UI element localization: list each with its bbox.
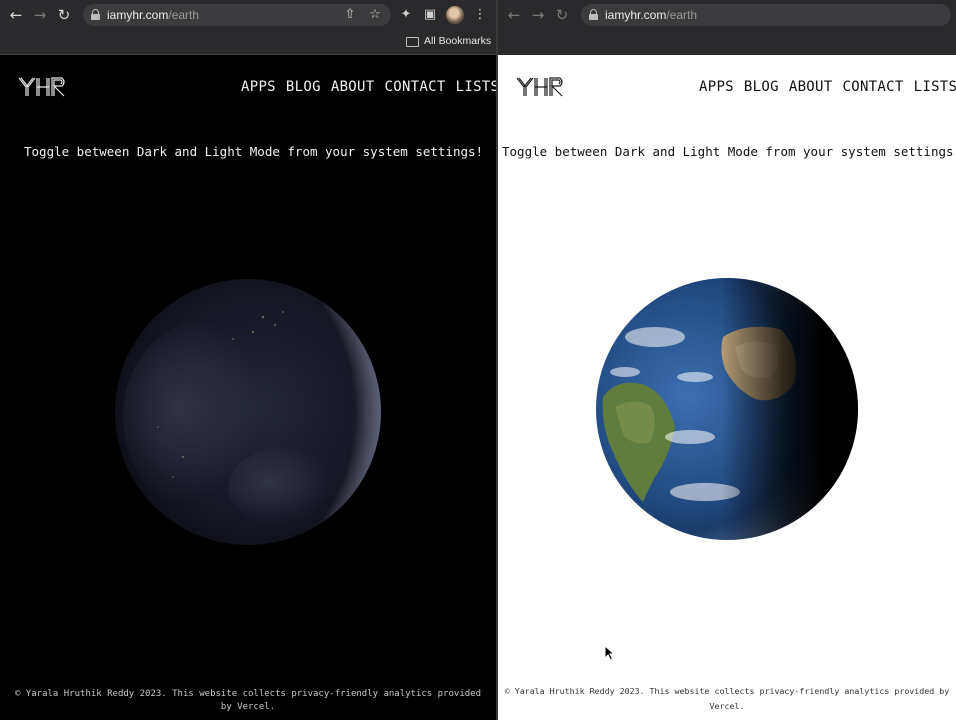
- puzzle-icon[interactable]: ✦: [397, 6, 415, 24]
- browser-window-light: ← → ↻ iamyhr.com/earth APPS BLOG ABOUT C…: [498, 0, 956, 720]
- site-nav: APPS BLOG ABOUT CONTACT LISTS: [241, 79, 496, 95]
- bookmarks-bar: All Bookmarks: [0, 30, 496, 55]
- yhr-logo[interactable]: [18, 76, 68, 98]
- nav-lists[interactable]: LISTS: [914, 79, 956, 95]
- lock-icon: [589, 9, 598, 20]
- reload-button[interactable]: ↻: [55, 6, 73, 24]
- footer: © Yarala Hruthik Reddy 2023. This websit…: [0, 688, 496, 714]
- url-text: iamyhr.com/earth: [107, 8, 200, 22]
- footer-line-1: © Yarala Hruthik Reddy 2023. This websit…: [504, 686, 950, 696]
- folder-icon: [406, 37, 419, 47]
- lock-icon: [91, 9, 100, 20]
- nav-blog[interactable]: BLOG: [744, 79, 779, 95]
- address-bar[interactable]: iamyhr.com/earth ⇧ ☆: [83, 4, 391, 26]
- nav-about[interactable]: ABOUT: [331, 79, 375, 95]
- page-content-dark: APPS BLOG ABOUT CONTACT LISTS Toggle bet…: [0, 56, 496, 720]
- footer-line-2: Vercel.: [709, 701, 745, 711]
- back-button[interactable]: ←: [7, 6, 25, 24]
- nav-contact[interactable]: CONTACT: [843, 79, 904, 95]
- footer-line-2: by Vercel.: [220, 702, 276, 712]
- nav-about[interactable]: ABOUT: [789, 79, 833, 95]
- tagline: Toggle between Dark and Light Mode from …: [24, 144, 484, 159]
- bookmarks-bar: [498, 30, 956, 55]
- mouse-cursor-icon: [604, 645, 616, 661]
- nav-apps[interactable]: APPS: [241, 79, 276, 95]
- avatar[interactable]: [446, 6, 464, 24]
- earth-globe-day[interactable]: [595, 277, 859, 541]
- url-text: iamyhr.com/earth: [605, 8, 698, 22]
- back-button[interactable]: ←: [505, 6, 523, 24]
- browser-toolbar: ← → ↻ iamyhr.com/earth: [498, 0, 956, 30]
- footer-line-1: © Yarala Hruthik Reddy 2023. This websit…: [15, 689, 481, 699]
- reload-button[interactable]: ↻: [553, 6, 571, 24]
- browser-toolbar: ← → ↻ iamyhr.com/earth ⇧ ☆ ✦ ▣ ⋮: [0, 0, 496, 30]
- share-icon[interactable]: ⇧: [341, 6, 359, 24]
- nav-apps[interactable]: APPS: [699, 79, 734, 95]
- all-bookmarks-button[interactable]: All Bookmarks: [424, 35, 491, 47]
- earth-globe-night[interactable]: [113, 277, 383, 547]
- site-nav: APPS BLOG ABOUT CONTACT LISTS: [699, 79, 956, 95]
- star-icon[interactable]: ☆: [366, 6, 384, 24]
- kebab-menu-icon[interactable]: ⋮: [471, 6, 489, 24]
- yhr-logo[interactable]: [516, 76, 566, 98]
- page-content-light: APPS BLOG ABOUT CONTACT LISTS Toggle bet…: [498, 55, 956, 720]
- address-bar[interactable]: iamyhr.com/earth: [581, 4, 951, 26]
- nav-blog[interactable]: BLOG: [286, 79, 321, 95]
- forward-button[interactable]: →: [529, 6, 547, 24]
- footer: © Yarala Hruthik Reddy 2023. This websit…: [498, 684, 956, 714]
- tagline: Toggle between Dark and Light Mode from …: [502, 144, 956, 159]
- nav-contact[interactable]: CONTACT: [385, 79, 446, 95]
- side-panel-icon[interactable]: ▣: [421, 6, 439, 24]
- browser-window-dark: ← → ↻ iamyhr.com/earth ⇧ ☆ ✦ ▣ ⋮ All Boo…: [0, 0, 496, 720]
- forward-button[interactable]: →: [31, 6, 49, 24]
- nav-lists[interactable]: LISTS: [456, 79, 496, 95]
